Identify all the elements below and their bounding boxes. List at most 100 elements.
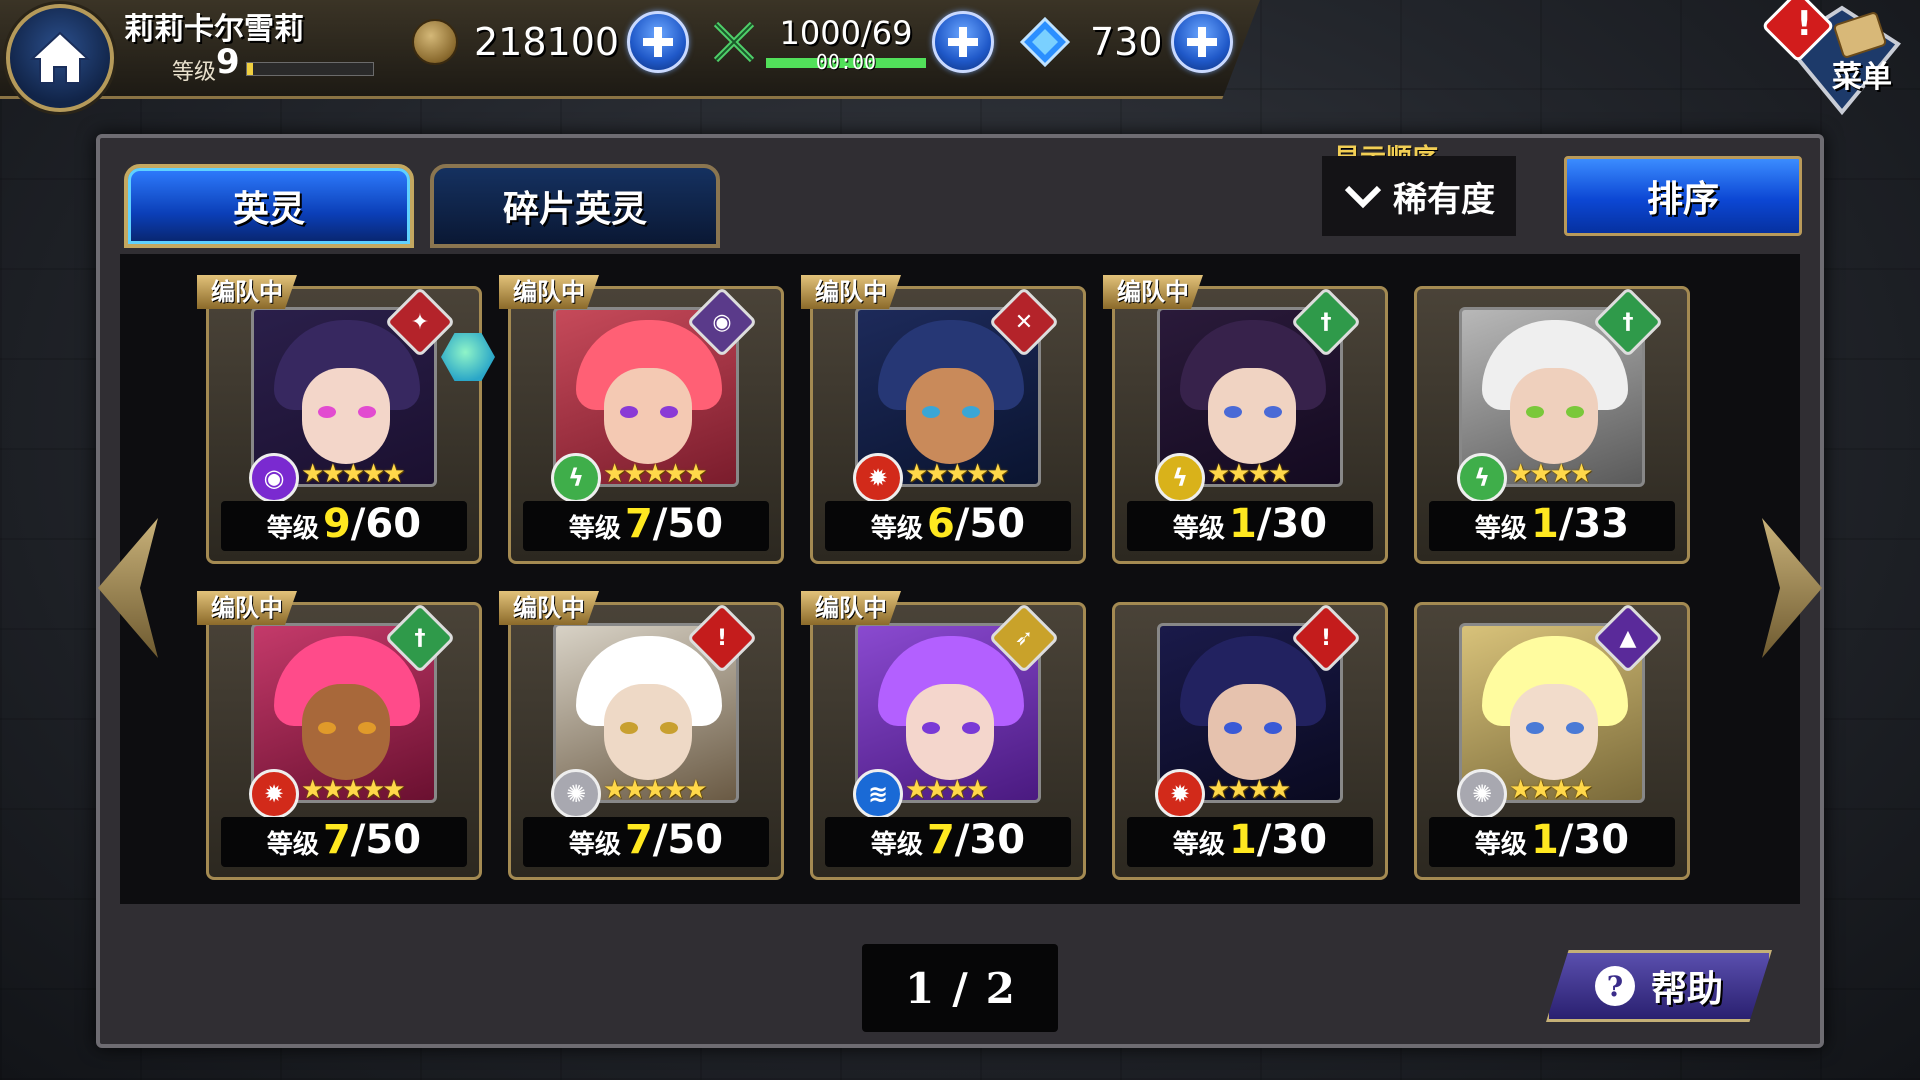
hero-level-label: 等级 <box>1172 514 1225 544</box>
hero-eye <box>922 722 940 734</box>
plus-icon <box>948 27 978 57</box>
home-button[interactable] <box>6 4 114 112</box>
hero-eye <box>358 406 376 418</box>
water-icon: ≋ <box>853 769 903 819</box>
class-glyph: † <box>1622 309 1634 335</box>
hero-card[interactable]: 编队中 † ϟ ★★★★ 等级 1/30 <box>1103 275 1388 564</box>
hero-level-label: 等级 <box>266 830 319 860</box>
hero-face <box>1208 684 1296 780</box>
rarity-stars: ★★★★ <box>905 775 989 805</box>
hero-eye <box>1264 406 1282 418</box>
crossed-swords-icon <box>713 21 755 63</box>
sort-order-select[interactable]: 稀有度 <box>1322 156 1516 236</box>
hero-eye <box>922 406 940 418</box>
player-exp-bar <box>246 62 374 76</box>
alert-icon: ! <box>1796 4 1812 44</box>
hero-level: 等级 7/50 <box>523 501 769 551</box>
hero-level-current: 1 <box>1530 817 1559 863</box>
wind-icon: ϟ <box>1457 453 1507 503</box>
hero-eye <box>1566 406 1584 418</box>
hero-level: 等级 6/50 <box>825 501 1071 551</box>
home-icon <box>29 31 91 84</box>
class-glyph: ! <box>1320 625 1332 651</box>
help-label: 帮助 <box>1650 968 1723 1010</box>
deployed-tag: 编队中 <box>801 591 901 625</box>
hero-face <box>302 368 390 464</box>
hero-level-current: 1 <box>1228 501 1257 547</box>
question-icon: ? <box>1594 966 1635 1006</box>
hero-eye <box>962 722 980 734</box>
deployed-tag: 编队中 <box>197 275 297 309</box>
hero-level-max: /30 <box>1558 817 1630 863</box>
add-stamina-button[interactable] <box>932 11 994 73</box>
tab-hero-shards[interactable]: 碎片英灵 <box>430 164 720 248</box>
deployed-tag: 编队中 <box>801 275 901 309</box>
deployed-tag: 编队中 <box>499 275 599 309</box>
hero-grid: 编队中 ✦ ◉ ★★★★★ 等级 9/60 编队中 ◉ ϟ ★★★★★ 等级 7/50 编队中 ✕ ✹ ★… <box>120 254 1800 904</box>
hero-eye <box>962 406 980 418</box>
hero-eye <box>318 722 336 734</box>
class-glyph: ✕ <box>1014 309 1034 335</box>
class-glyph: ! <box>716 625 728 651</box>
hero-level-current: 7 <box>322 817 351 863</box>
hero-level-label: 等级 <box>1474 830 1527 860</box>
hero-level-max: /50 <box>954 501 1026 547</box>
stamina-timer: 00:00 <box>815 50 877 74</box>
hero-card[interactable]: 编队中 ➶ ≋ ★★★★ 等级 7/30 <box>801 591 1086 880</box>
hero-level-label: 等级 <box>568 514 621 544</box>
hero-level-label: 等级 <box>870 514 923 544</box>
help-button[interactable]: ? 帮助 <box>1546 950 1772 1022</box>
tab-heroes[interactable]: 英灵 <box>124 164 414 248</box>
hero-card[interactable]: 编队中 ◉ ϟ ★★★★★ 等级 7/50 <box>499 275 784 564</box>
hero-card[interactable]: 编队中 † ✹ ★★★★★ 等级 7/50 <box>197 591 482 880</box>
gold-value: 218100 <box>474 20 620 64</box>
hero-eye <box>1526 406 1544 418</box>
hero-eye <box>1526 722 1544 734</box>
plus-icon <box>1186 27 1217 57</box>
eye-icon: ◉ <box>249 453 299 503</box>
sort-button[interactable]: 排序 <box>1564 156 1802 236</box>
hero-eye <box>318 406 336 418</box>
hero-level-max: /30 <box>1256 817 1328 863</box>
gold-resource: 218100 <box>412 11 690 73</box>
add-gold-button[interactable] <box>627 11 690 73</box>
fire-icon: ✹ <box>249 769 299 819</box>
rarity-stars: ★★★★★ <box>301 459 406 489</box>
hero-eye <box>1264 722 1282 734</box>
hero-eye <box>660 722 678 734</box>
chevron-down-icon <box>1344 185 1382 209</box>
add-gem-button[interactable] <box>1170 11 1233 73</box>
hero-card[interactable]: ! ✹ ★★★★ 等级 1/30 <box>1112 602 1388 880</box>
page-current: 1 <box>905 963 935 1013</box>
hero-level: 等级 7/50 <box>523 817 769 867</box>
hero-card[interactable]: 编队中 ✦ ◉ ★★★★★ 等级 9/60 <box>197 275 495 564</box>
book-icon <box>441 333 495 381</box>
hero-card[interactable]: † ϟ ★★★★ 等级 1/33 <box>1414 286 1690 564</box>
rarity-stars: ★★★★ <box>1509 459 1593 489</box>
hero-level-current: 1 <box>1228 817 1257 863</box>
hero-eye <box>1566 722 1584 734</box>
coin-icon <box>412 19 458 65</box>
hero-card[interactable]: ▲ ✺ ★★★★ 等级 1/30 <box>1414 602 1690 880</box>
hero-face <box>1208 368 1296 464</box>
gem-icon <box>1020 17 1070 67</box>
hero-level-current: 7 <box>926 817 955 863</box>
class-glyph: ▲ <box>1619 625 1637 651</box>
hero-level-max: /60 <box>350 501 422 547</box>
hero-level: 等级 1/33 <box>1429 501 1675 551</box>
stamina-resource: 1000/69 00:00 <box>712 11 994 74</box>
hero-level: 等级 1/30 <box>1429 817 1675 867</box>
hero-face <box>1510 684 1598 780</box>
hero-card[interactable]: 编队中 ✕ ✹ ★★★★★ 等级 6/50 <box>801 275 1086 564</box>
rarity-stars: ★★★★ <box>1207 775 1291 805</box>
rarity-stars: ★★★★★ <box>905 459 1010 489</box>
hero-level-current: 9 <box>322 501 351 547</box>
hero-card[interactable]: 编队中! ✺ ★★★★★ 等级 7/50 <box>499 591 784 880</box>
hero-level: 等级 7/50 <box>221 817 467 867</box>
hero-eye <box>660 406 678 418</box>
stamina-box: 1000/69 00:00 <box>766 12 926 74</box>
fire-icon: ✹ <box>853 453 903 503</box>
player-level-value: 9 <box>216 42 240 82</box>
hero-level: 等级 9/60 <box>221 501 467 551</box>
hero-face <box>1510 368 1598 464</box>
